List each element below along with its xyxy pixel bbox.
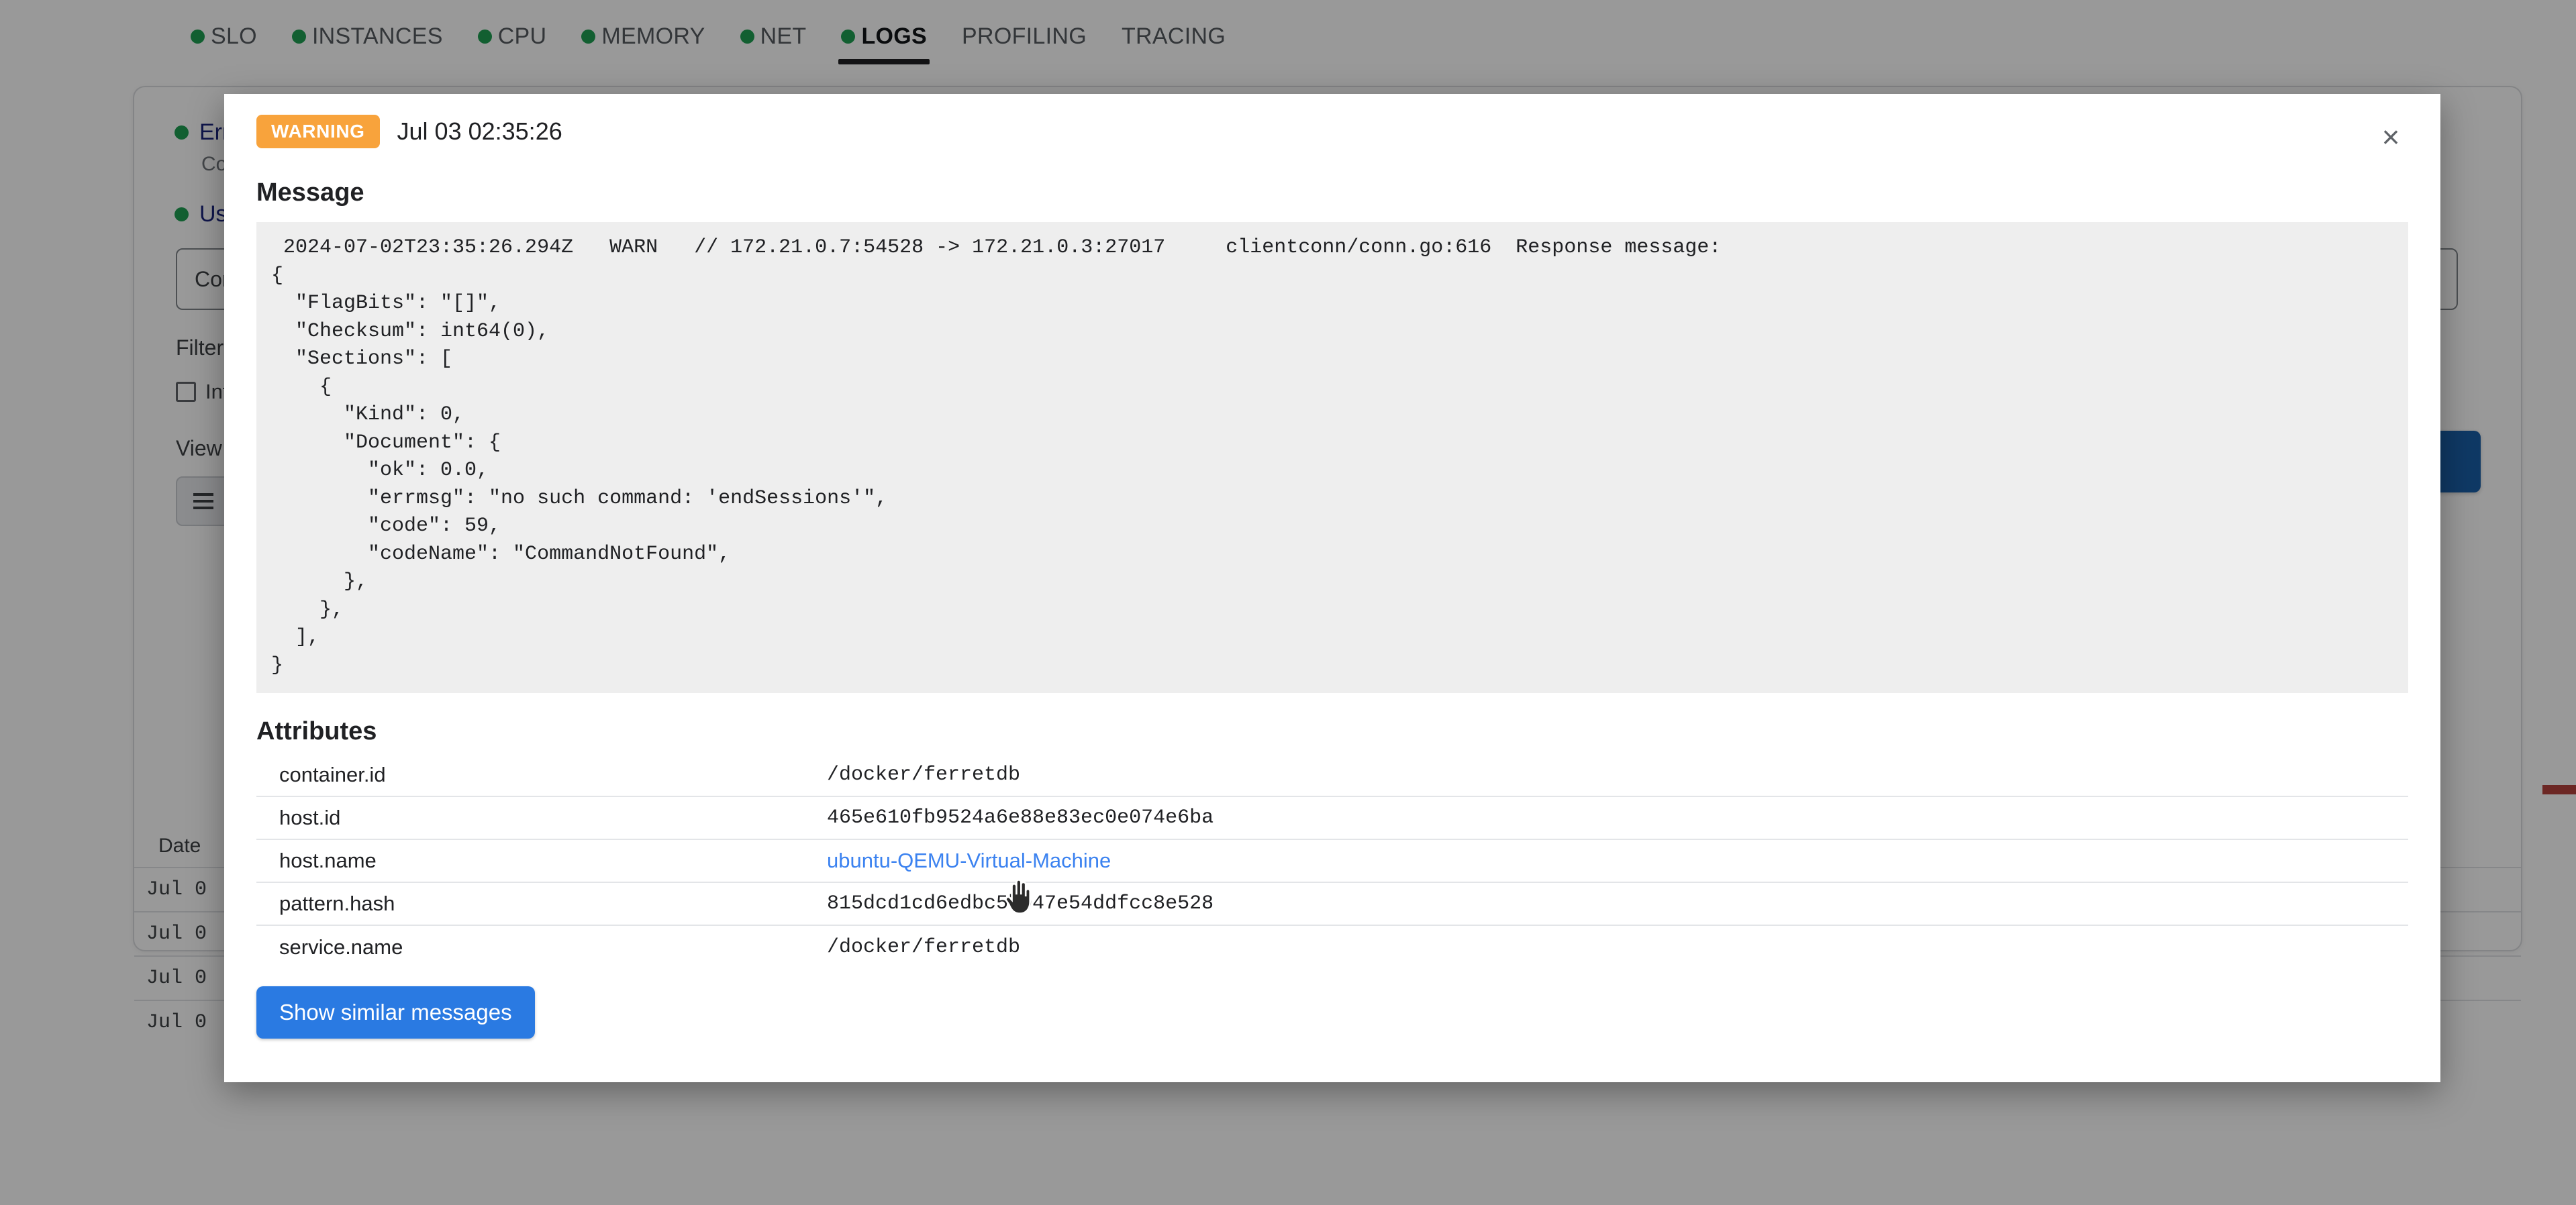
close-icon[interactable]: × [2365, 111, 2416, 162]
message-heading: Message [224, 169, 2440, 222]
attribute-key: host.id [256, 806, 827, 830]
attribute-key: host.name [256, 849, 827, 873]
show-similar-messages-button[interactable]: Show similar messages [256, 986, 535, 1039]
log-detail-modal: WARNING Jul 03 02:35:26 × Message 2024-0… [224, 94, 2440, 1082]
attribute-row-host-name: host.name ubuntu-QEMU-Virtual-Machine [256, 840, 2408, 883]
attribute-value: /docker/ferretdb [827, 936, 1020, 959]
status-badge: WARNING [256, 115, 380, 148]
attribute-row-container-id: container.id /docker/ferretdb [256, 754, 2408, 797]
attributes-table: container.id /docker/ferretdb host.id 46… [256, 754, 2408, 969]
modal-header: WARNING Jul 03 02:35:26 × [224, 94, 2440, 169]
attributes-heading: Attributes [224, 693, 2440, 754]
attribute-key: service.name [256, 935, 827, 959]
attribute-key: pattern.hash [256, 892, 827, 916]
attribute-row-pattern-hash: pattern.hash 815dcd1cd6edbc5b047e54ddfcc… [256, 883, 2408, 926]
attribute-value-link[interactable]: ubuntu-QEMU-Virtual-Machine [827, 849, 1111, 873]
attribute-value: /docker/ferretdb [827, 764, 1020, 786]
modal-footer: Show similar messages [224, 969, 2440, 1039]
log-timestamp: Jul 03 02:35:26 [397, 117, 562, 146]
mouse-cursor-pointer-icon [1004, 879, 1035, 918]
log-message-body: 2024-07-02T23:35:26.294Z WARN // 172.21.… [256, 222, 2408, 693]
attribute-row-host-id: host.id 465e610fb9524a6e88e83ec0e074e6ba [256, 797, 2408, 840]
attribute-value: 465e610fb9524a6e88e83ec0e074e6ba [827, 806, 1213, 829]
attribute-key: container.id [256, 763, 827, 787]
attribute-row-service-name: service.name /docker/ferretdb [256, 926, 2408, 969]
